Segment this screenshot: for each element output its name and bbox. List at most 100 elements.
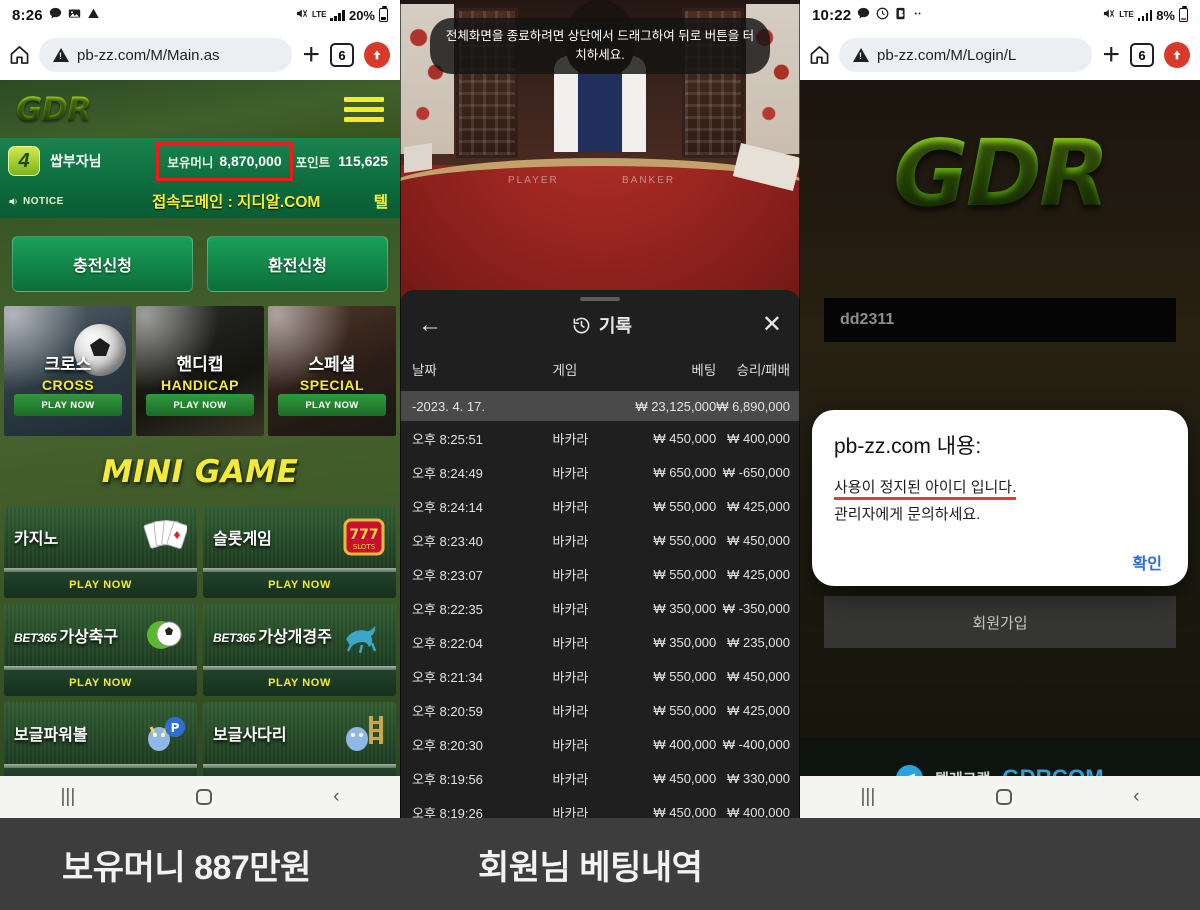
home-icon[interactable] (810, 46, 829, 64)
sports-card-subtitle: CROSS (41, 376, 95, 393)
browser-menu-button[interactable] (1164, 42, 1190, 68)
mini-game-card-virtual-dog-racing[interactable]: BET365 가상개경주 PLAY NOW (203, 604, 396, 696)
cell-date: 오후 8:22:35 (412, 601, 483, 617)
sports-card-handicap[interactable]: 핸디캡 HANDICAP PLAY NOW (136, 306, 264, 436)
deposit-button[interactable]: 충전신청 (12, 236, 193, 292)
banker-betting-area-label: BANKER (622, 175, 676, 186)
android-nav-bar: ||| ‹ (0, 776, 400, 818)
tab-count-button[interactable]: 6 (1130, 43, 1154, 67)
back-button[interactable]: ‹ (333, 786, 339, 808)
table-row[interactable]: 오후 8:19:26 바카라 ₩ 450,000 ₩ 400,000 (400, 795, 800, 819)
cell-result: ₩ 330,000 (727, 770, 790, 786)
login-id-field[interactable]: dd2311 (824, 298, 1176, 342)
address-bar[interactable]: pb-zz.com/M/Main.as (39, 38, 293, 72)
mini-game-label: 보글파워볼 (14, 727, 88, 744)
url-text: pb-zz.com/M/Login/L (877, 46, 1017, 64)
arrow-left-icon[interactable]: ← (418, 313, 442, 337)
network-type-label: LTE (1119, 10, 1134, 19)
column-header-result: 승리/패배 (736, 363, 790, 378)
card-divider (4, 666, 197, 670)
cell-bet: ₩ 350,000 (653, 600, 717, 616)
withdraw-button[interactable]: 환전신청 (207, 236, 388, 292)
phone-screenshot-3: 10:22 LTE 8% ! pb-zz.com/M/Login/L + 6 G… (800, 0, 1200, 818)
table-row-summary: -2023. 4. 17. ₩ 23,125,000 ₩ 6,890,000 (400, 391, 800, 421)
play-now-button[interactable]: PLAY NOW (4, 572, 197, 598)
home-square-icon[interactable] (196, 789, 213, 805)
cell-date: 오후 8:23:07 (412, 567, 483, 583)
address-bar[interactable]: pb-zz.com/M/Login/L (839, 38, 1093, 72)
player-betting-area-label: PLAYER (508, 175, 559, 186)
mini-game-grid: 카지노 PLAY NOW 슬롯게임 777 SLOTS PLAY NOW BET… (0, 506, 400, 794)
home-square-icon[interactable] (996, 789, 1013, 805)
notice-telegram-text: 텔 (373, 194, 388, 211)
cell-date: 오후 8:24:14 (412, 499, 483, 515)
chat-icon (857, 7, 870, 23)
site-content-main: GDR 4 쌉부자님 보유머니 8,870,000 포인트 115,625 NO… (0, 80, 400, 818)
alert-ok-button[interactable]: 확인 (834, 550, 1166, 574)
mini-game-card-virtual-soccer[interactable]: BET365 가상축구 PLAY NOW (4, 604, 197, 696)
mini-game-card-slots[interactable]: 슬롯게임 777 SLOTS PLAY NOW (203, 506, 396, 598)
table-row[interactable]: 오후 8:22:04 바카라 ₩ 350,000 ₩ 235,000 (400, 625, 800, 659)
recents-button[interactable]: ||| (860, 786, 875, 808)
site-logo[interactable]: GDR (16, 90, 91, 128)
warning-icon (87, 7, 100, 23)
cell-game: 바카라 (552, 533, 589, 549)
table-row[interactable]: 오후 8:23:40 바카라 ₩ 550,000 ₩ 450,000 (400, 523, 800, 557)
soccer-ball-icon (143, 613, 187, 657)
new-tab-button[interactable]: + (302, 40, 320, 70)
table-row[interactable]: 오후 8:22:35 바카라 ₩ 350,000 ₩ -350,000 (400, 591, 800, 625)
table-row[interactable]: 오후 8:23:07 바카라 ₩ 550,000 ₩ 425,000 (400, 557, 800, 591)
sports-card-cross[interactable]: 크로스 CROSS PLAY NOW (4, 306, 132, 436)
home-icon[interactable] (10, 46, 29, 64)
summary-result: ₩ 6,890,000 (716, 391, 800, 421)
svg-text:777: 777 (349, 527, 378, 543)
cell-result: ₩ 425,000 (727, 498, 790, 514)
browser-toolbar: pb-zz.com/M/Login/L + 6 (800, 30, 1200, 80)
status-bar: 10:22 LTE 8% (800, 0, 1200, 30)
cell-game: 바카라 (552, 431, 589, 447)
mini-game-card-casino[interactable]: 카지노 PLAY NOW (4, 506, 197, 598)
mini-game-label-text: 가상개경주 (258, 629, 332, 646)
new-tab-button[interactable]: + (1102, 40, 1120, 70)
recents-button[interactable]: ||| (60, 786, 75, 808)
card-divider (4, 764, 197, 768)
table-row[interactable]: 오후 8:20:30 바카라 ₩ 400,000 ₩ -400,000 (400, 727, 800, 761)
tab-count-button[interactable]: 6 (330, 43, 354, 67)
notice-tag-label: NOTICE (23, 195, 64, 207)
slot-777-icon: 777 SLOTS (342, 515, 386, 559)
table-body: -2023. 4. 17. ₩ 23,125,000 ₩ 6,890,000 오… (400, 391, 800, 818)
history-bottom-sheet: ← 기록 ✕ 날짜 게임 베팅 승리/패배 -2023. 4. 17. ₩ 23… (400, 290, 800, 818)
play-now-button[interactable]: PLAY NOW (146, 394, 254, 416)
play-now-button[interactable]: PLAY NOW (4, 670, 197, 696)
table-row[interactable]: 오후 8:19:56 바카라 ₩ 450,000 ₩ 330,000 (400, 761, 800, 795)
svg-text:SLOTS: SLOTS (353, 543, 376, 551)
panel-seam (400, 0, 401, 818)
play-now-button[interactable]: PLAY NOW (14, 394, 122, 416)
signup-button[interactable]: 회원가입 (824, 596, 1176, 648)
close-icon[interactable]: ✕ (762, 313, 782, 337)
user-info-bar: 4 쌉부자님 보유머니 8,870,000 포인트 115,625 (0, 138, 400, 184)
table-row[interactable]: 오후 8:24:49 바카라 ₩ 650,000 ₩ -650,000 (400, 455, 800, 489)
cell-game: 바카라 (552, 499, 589, 515)
sports-card-special[interactable]: 스페셜 SPECIAL PLAY NOW (268, 306, 396, 436)
play-now-button[interactable]: PLAY NOW (278, 394, 386, 416)
cell-bet: ₩ 450,000 (653, 430, 717, 446)
browser-menu-button[interactable] (364, 42, 390, 68)
panel-seam (799, 0, 800, 818)
live-dealer-video: PLAYER BANKER 전체화면을 종료하려면 상단에서 드래그하여 뒤로 … (400, 0, 800, 300)
bet365-brand-label: BET365 (14, 631, 57, 645)
status-time: 10:22 (812, 6, 852, 24)
table-row[interactable]: 오후 8:20:59 바카라 ₩ 550,000 ₩ 425,000 (400, 693, 800, 727)
table-row[interactable]: 오후 8:21:34 바카라 ₩ 550,000 ₩ 450,000 (400, 659, 800, 693)
column-header-bet: 베팅 (691, 363, 717, 378)
card-divider (4, 568, 197, 572)
table-row[interactable]: 오후 8:25:51 바카라 ₩ 450,000 ₩ 400,000 (400, 421, 800, 455)
points-value: 115,625 (338, 153, 388, 169)
hamburger-menu-icon[interactable] (344, 96, 384, 122)
site-logo: GDR (800, 120, 1200, 227)
back-button[interactable]: ‹ (1133, 786, 1139, 808)
play-now-button[interactable]: PLAY NOW (203, 670, 396, 696)
clock-icon (876, 7, 889, 23)
table-row[interactable]: 오후 8:24:14 바카라 ₩ 550,000 ₩ 425,000 (400, 489, 800, 523)
play-now-button[interactable]: PLAY NOW (203, 572, 396, 598)
